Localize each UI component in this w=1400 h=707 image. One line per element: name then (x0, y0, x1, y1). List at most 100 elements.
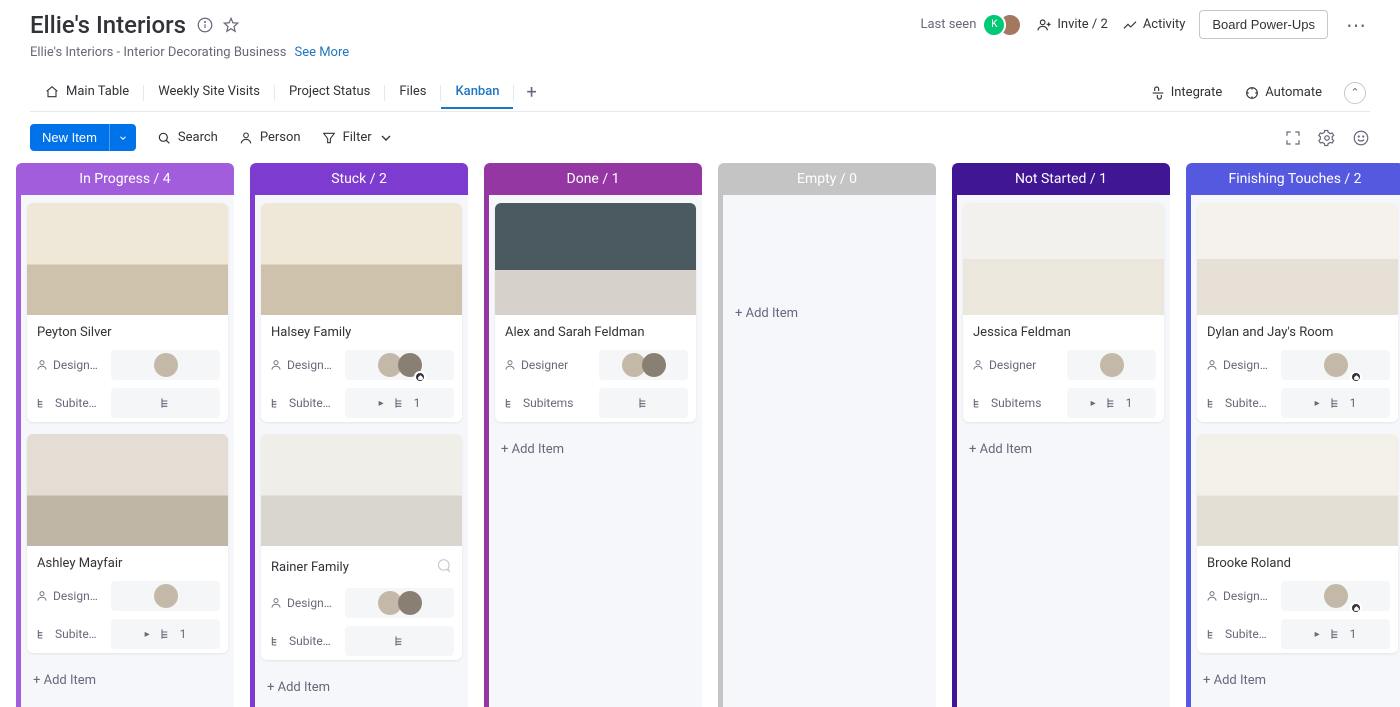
add-item-button[interactable]: + Add Item (1197, 665, 1398, 696)
add-item-button[interactable]: + Add Item (27, 665, 228, 696)
column-body: + Add Item (718, 195, 936, 707)
kanban-card[interactable]: Alex and Sarah Feldman Designer Subitems (495, 203, 696, 422)
designer-chip[interactable] (1281, 581, 1390, 611)
kanban-card[interactable]: Brooke RolandDesign…Subite…▸1 (1197, 434, 1398, 653)
subitems-label: Subite… (35, 626, 105, 642)
add-item-button[interactable]: + Add Item (729, 298, 930, 329)
search-label: Search (178, 130, 218, 145)
tab-weekly[interactable]: Weekly Site Visits (144, 76, 274, 109)
column-body: Halsey FamilyDesign…Subite…▸1Rainer Fami… (250, 195, 468, 707)
designer-chip[interactable] (345, 350, 454, 380)
filter-button[interactable]: Filter (321, 130, 394, 146)
designer-chip[interactable] (111, 350, 220, 380)
kanban-card[interactable]: Dylan and Jay's RoomDesign…Subite…▸1 (1197, 203, 1398, 422)
designer-chip[interactable] (111, 581, 220, 611)
card-image (1197, 203, 1398, 315)
collapse-icon[interactable]: ⌃ (1344, 82, 1366, 104)
activity-label: Activity (1143, 17, 1186, 32)
tab-files[interactable]: Files (385, 76, 440, 109)
subitems-chip[interactable] (599, 388, 688, 418)
add-item-button[interactable]: + Add Item (495, 434, 696, 465)
last-seen[interactable]: Last seen K (920, 13, 1022, 37)
column-body: Peyton SilverDesign…Subite… Ashley Mayfai… (16, 195, 234, 707)
column-header[interactable]: Finishing Touches / 2 (1186, 163, 1400, 195)
column-body: Jessica FeldmanDesignerSubitems▸1 + Add I… (952, 195, 1170, 707)
kanban-card[interactable]: Ashley MayfairDesign…Subite…▸1 (27, 434, 228, 653)
automate-button[interactable]: Automate (1244, 85, 1322, 101)
kanban-card[interactable]: Jessica FeldmanDesignerSubitems▸1 (963, 203, 1164, 422)
see-more-link[interactable]: See More (294, 45, 349, 60)
invite-button[interactable]: Invite / 2 (1036, 17, 1107, 33)
star-icon[interactable] (222, 16, 240, 34)
column-header[interactable]: Empty / 0 (718, 163, 936, 195)
integrate-button[interactable]: Integrate (1150, 85, 1223, 101)
new-item-button[interactable]: New Item (30, 124, 136, 151)
designer-chip[interactable] (345, 588, 454, 618)
designer-label: Design… (1205, 358, 1275, 372)
tab-kanban[interactable]: Kanban (441, 76, 513, 109)
tab-label: Main Table (66, 84, 129, 99)
card-title: Alex and Sarah Feldman (505, 325, 645, 340)
new-item-caret[interactable] (109, 124, 136, 151)
tab-project-status[interactable]: Project Status (275, 76, 384, 109)
designer-label: Designer (503, 358, 593, 372)
add-tab-button[interactable]: + (514, 74, 548, 111)
designer-chip[interactable] (1281, 350, 1390, 380)
avatar (1100, 353, 1124, 377)
subitems-label: Subite… (1205, 626, 1275, 642)
person-icon (238, 130, 254, 146)
last-seen-label: Last seen (920, 17, 976, 32)
activity-button[interactable]: Activity (1122, 17, 1186, 33)
card-title: Rainer Family (271, 560, 349, 575)
subitems-label: Subite… (35, 395, 105, 411)
chat-icon[interactable] (434, 556, 452, 578)
column-header[interactable]: Stuck / 2 (250, 163, 468, 195)
avatar (1324, 584, 1348, 608)
subitems-chip[interactable]: ▸1 (345, 388, 454, 418)
column-body: Dylan and Jay's RoomDesign…Subite…▸1Broo… (1186, 195, 1400, 707)
column-header[interactable]: Done / 1 (484, 163, 702, 195)
tab-main-table[interactable]: Main Table (30, 76, 143, 110)
powerups-button[interactable]: Board Power-Ups (1199, 10, 1328, 39)
add-item-button[interactable]: + Add Item (261, 672, 462, 703)
avatar (642, 353, 666, 377)
subitems-chip[interactable] (345, 626, 454, 656)
kanban-card[interactable]: Peyton SilverDesign…Subite… (27, 203, 228, 422)
kanban-column: Stuck / 2Halsey FamilyDesign…Subite…▸1Ra… (250, 163, 468, 707)
kanban-card[interactable]: Halsey FamilyDesign…Subite…▸1 (261, 203, 462, 422)
person-button[interactable]: Person (238, 130, 301, 146)
info-icon[interactable] (196, 16, 214, 34)
subitems-label: Subite… (269, 395, 339, 411)
fullscreen-icon[interactable] (1284, 129, 1302, 147)
chevron-down-icon (378, 130, 394, 146)
designer-chip[interactable] (599, 350, 688, 380)
avatar (154, 353, 178, 377)
card-title: Ashley Mayfair (37, 556, 122, 571)
subitems-chip[interactable]: ▸1 (1281, 388, 1390, 418)
subitems-chip[interactable]: ▸1 (111, 619, 220, 649)
kanban-column: Not Started / 1Jessica FeldmanDesignerSu… (952, 163, 1170, 707)
search-button[interactable]: Search (156, 130, 218, 146)
tab-label: Kanban (455, 84, 499, 99)
column-header[interactable]: In Progress / 4 (16, 163, 234, 195)
gear-icon[interactable] (1318, 129, 1336, 147)
kanban-card[interactable]: Rainer FamilyDesign…Subite… (261, 434, 462, 660)
column-header[interactable]: Not Started / 1 (952, 163, 1170, 195)
subitems-label: Subitems (503, 395, 593, 411)
avatar (1324, 353, 1348, 377)
subitems-chip[interactable] (111, 388, 220, 418)
subitems-chip[interactable]: ▸1 (1067, 388, 1156, 418)
kanban-column: Done / 1 Alex and Sarah Feldman Designer Su… (484, 163, 702, 707)
add-item-button[interactable]: + Add Item (963, 434, 1164, 465)
designer-chip[interactable] (1067, 350, 1156, 380)
tab-label: Files (399, 84, 426, 99)
subitems-chip[interactable]: ▸1 (1281, 619, 1390, 649)
new-item-main[interactable]: New Item (30, 124, 109, 151)
automate-label: Automate (1265, 85, 1322, 100)
smiley-icon[interactable] (1352, 129, 1370, 147)
kanban-column: Finishing Touches / 2 Dylan and Jay's Roo… (1186, 163, 1400, 707)
invite-label: Invite / 2 (1057, 17, 1107, 32)
filter-label: Filter (343, 130, 372, 145)
card-image (495, 203, 696, 315)
tab-label: Project Status (289, 84, 370, 99)
